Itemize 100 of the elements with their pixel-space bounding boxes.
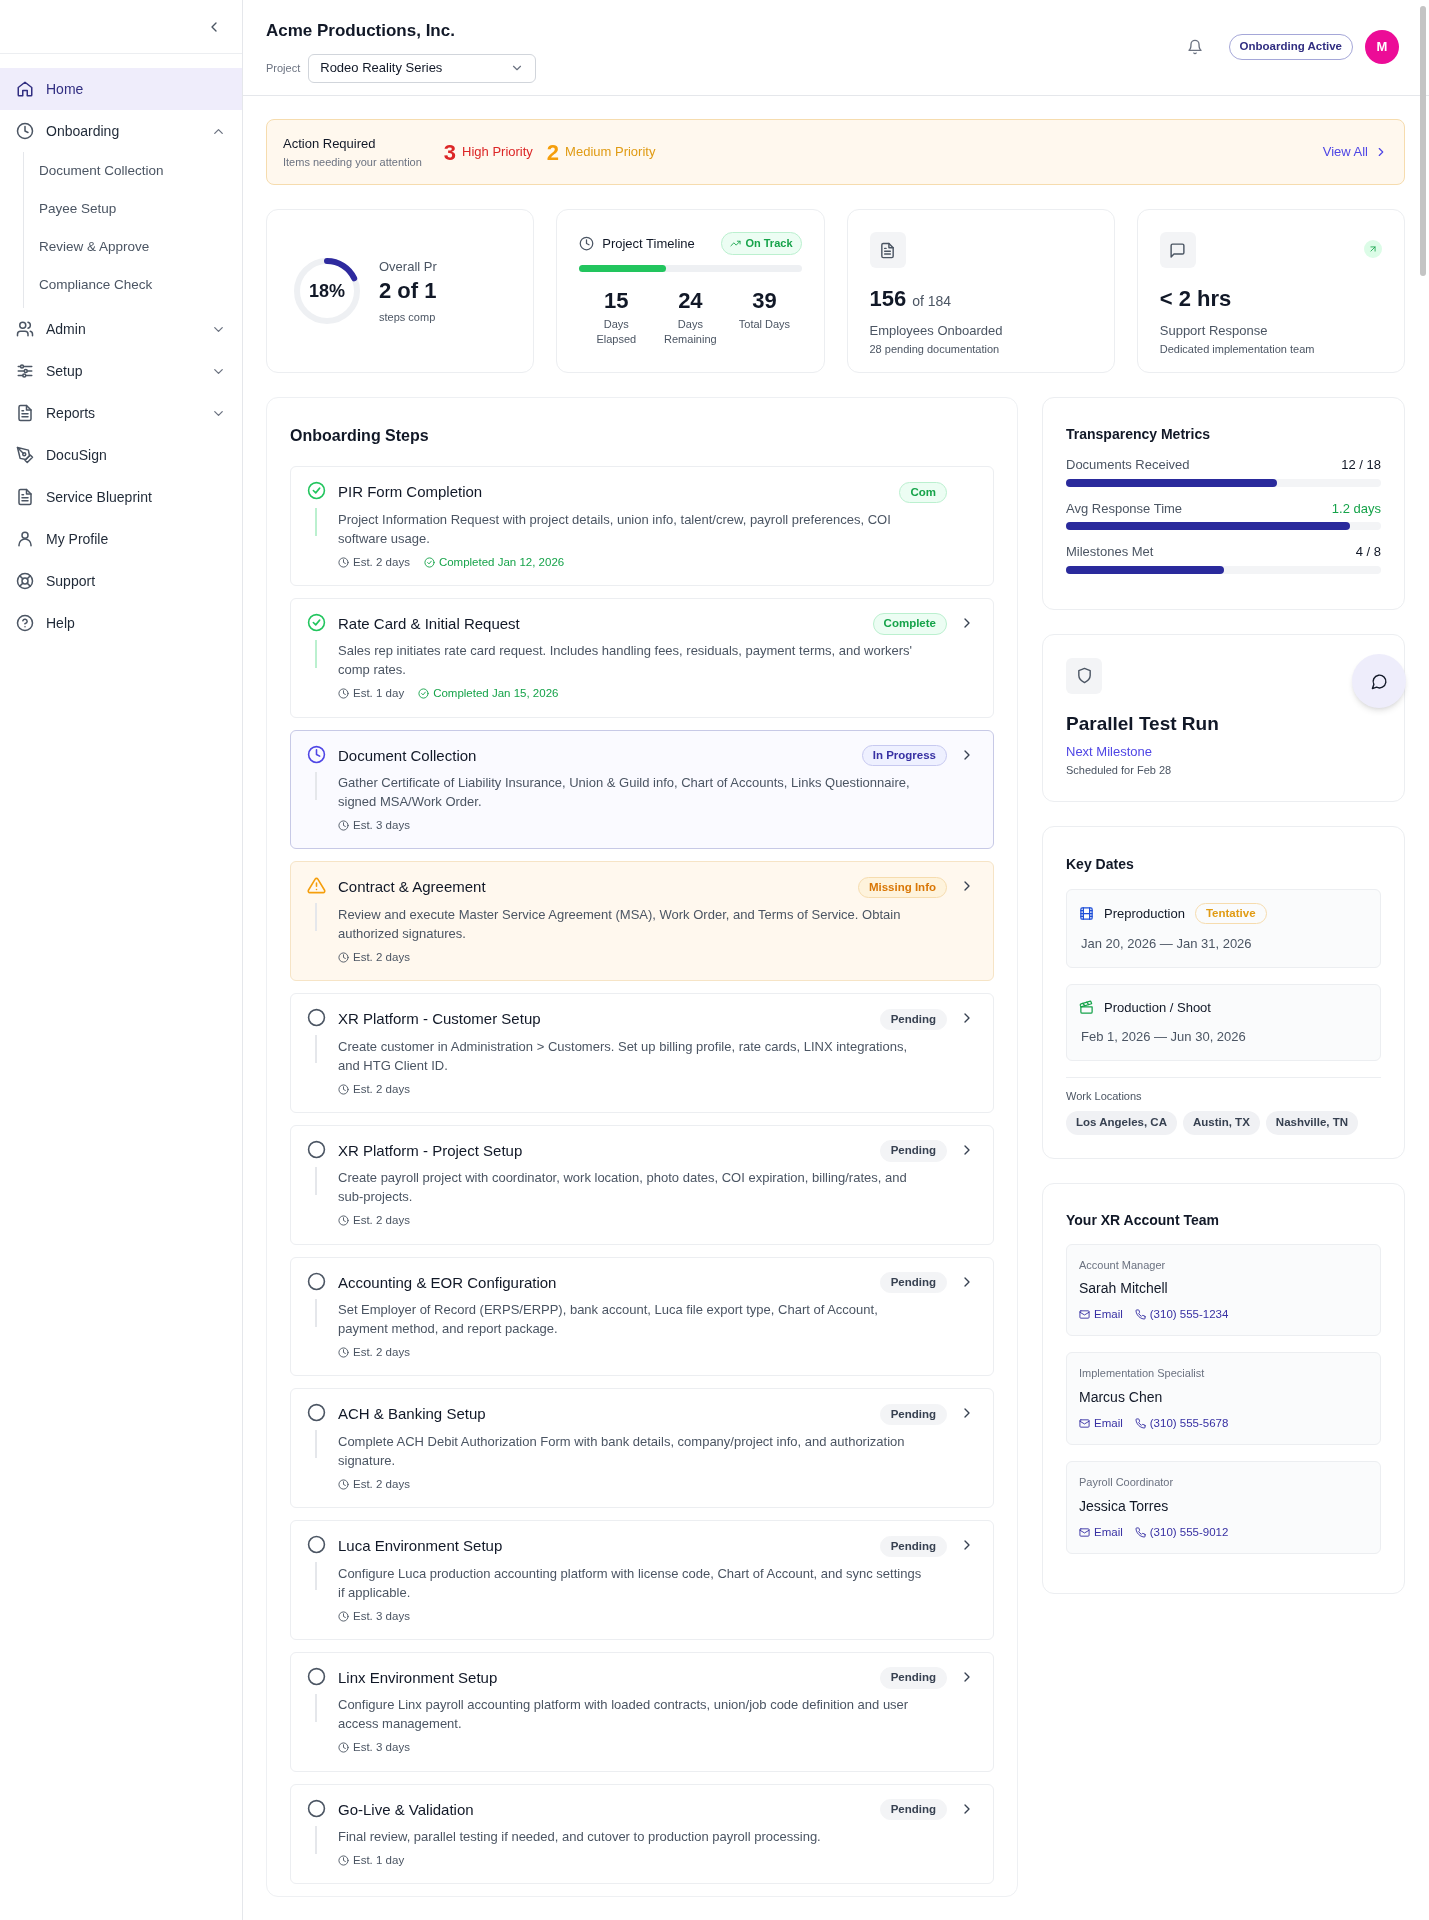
submenu-item[interactable]: Review & Approve [24, 228, 242, 266]
clock-icon [338, 1215, 349, 1227]
phone-link[interactable]: (310) 555-5678 [1134, 1414, 1229, 1432]
location-chip: Los Angeles, CA [1066, 1111, 1177, 1135]
card-title: Transparency Metrics [1066, 425, 1211, 444]
sidebar-item[interactable]: My Profile [0, 518, 242, 560]
user-icon [16, 530, 34, 548]
sidebar-item[interactable]: Service Blueprint [0, 476, 242, 518]
step-description: Sales rep initiates rate card request. Includes handling fees, residuals, payment terms, and workers' comp rates. [338, 642, 914, 680]
status-badge: Pending [879, 1535, 947, 1557]
member-name: Jessica Torres [1079, 1496, 1170, 1516]
step-description: Review and execute Master Service Agreement (MSA), Work Order, and Terms of Service. Obtain authorized signatures. [338, 905, 902, 943]
sliders-icon [16, 362, 34, 380]
step-description: Complete ACH Debit Authorization Form with bank details, company/project info, and authorization signature. [338, 1432, 906, 1470]
percent-text: 18% [309, 281, 345, 301]
milestone-title: Parallel Test Run [1066, 711, 1220, 736]
phone-link[interactable]: (310) 555-1234 [1134, 1306, 1229, 1324]
step-description: Set Employer of Record (ERPS/ERPP), bank account, Luca file export type, Chart of Account, payment method, and report package. [338, 1301, 879, 1338]
sidebar-item[interactable]: Support [0, 560, 242, 602]
step-card[interactable]: PIR Form Completion Com Project Information Request with project details, union info, talent/crew, payroll preferences, COI software usage. Est. 2 days Completed Jan 12, 2026 [290, 466, 994, 586]
estimate-text: Est. 2 days [338, 1080, 410, 1098]
email-link[interactable]: Email [1079, 1414, 1123, 1432]
status-badge: Pending [879, 1799, 947, 1821]
estimate-text: Est. 1 day [338, 685, 405, 703]
estimate-text: Est. 2 days [338, 948, 410, 966]
clock-icon [338, 820, 349, 832]
home-icon [16, 80, 34, 98]
step-card[interactable]: Go-Live & Validation Pending Final review, parallel testing if needed, and cutover to production payroll processing. Est. 1 day [290, 1783, 994, 1885]
milestone-caption: Scheduled for Feb 28 [1066, 762, 1173, 778]
submenu-item[interactable]: Compliance Check [24, 266, 242, 304]
step-title: XR Platform - Project Setup [338, 1140, 523, 1161]
step-card[interactable]: Document Collection In Progress Gather Certificate of Liability Insurance, Union & Guild info, Chart of Accounts, Links Questionnaire, signed MSA/Work Order. Est. 3 days [290, 729, 994, 850]
status-badge: Complete [872, 613, 947, 635]
priority-label: Medium Priority [565, 143, 656, 162]
card-title: Project Timeline [602, 234, 695, 253]
chat-button[interactable] [1352, 654, 1406, 708]
phone-link[interactable]: (310) 555-9012 [1134, 1523, 1229, 1541]
metric-label: Milestones Met [1066, 543, 1154, 561]
email-link[interactable]: Email [1079, 1306, 1123, 1324]
step-title: XR Platform - Customer Setup [338, 1009, 541, 1029]
step-card[interactable]: Contract & Agreement Missing Info Review and execute Master Service Agreement (MSA), Work Order, and Terms of Service. Obtain authorized signatures. Est. 2 days [290, 861, 994, 981]
stat-caption: Dedicated implementation team [1159, 341, 1316, 357]
shield-icon [1075, 667, 1093, 684]
view-all-link[interactable]: View All [1322, 142, 1388, 162]
circle-icon [306, 1271, 326, 1291]
step-card[interactable]: ACH & Banking Setup Pending Complete ACH Debit Authorization Form with bank details, company/project info, and authorization signature. Est. 2 days [290, 1388, 994, 1508]
section-title: Onboarding Steps [290, 426, 430, 446]
submenu-item[interactable]: Document Collection [24, 152, 242, 190]
sidebar-item[interactable]: Help [0, 602, 242, 644]
sidebar-item[interactable]: Setup [0, 350, 242, 392]
status-badge: Pending [879, 1140, 947, 1162]
estimate-text: Est. 1 day [338, 1852, 405, 1870]
step-card[interactable]: XR Platform - Customer Setup Pending Create customer in Administration > Customers. Set up billing profile, rate cards, LINX integrations, and HTG Client ID. Est. 2 days [290, 993, 994, 1113]
completed-date: Completed Jan 15, 2026 [418, 685, 559, 703]
step-card[interactable]: Accounting & EOR Configuration Pending Set Employer of Record (ERPS/ERPP), bank account, Luca file export type, Chart of Account, payment method, and report package. Est. 2 days [290, 1256, 994, 1377]
phone-icon [1134, 1309, 1146, 1321]
step-description: Create customer in Administration > Customers. Set up billing profile, rate cards, LINX integrations, and HTG Client ID. [338, 1037, 908, 1075]
phone-icon [1134, 1417, 1146, 1429]
scrollbar[interactable] [1420, 6, 1426, 276]
sidebar-item[interactable]: Onboarding [0, 110, 242, 152]
circle-icon [306, 1666, 326, 1686]
sidebar-item[interactable]: Admin [0, 308, 242, 350]
metric-value: 4 / 8 [1355, 543, 1381, 561]
member-role: Payroll Coordinator [1079, 1475, 1175, 1490]
sidebar-item[interactable]: Reports [0, 392, 242, 434]
project-select[interactable]: Rodeo Reality Series [308, 53, 537, 83]
clock-icon [338, 951, 349, 963]
step-card[interactable]: Linx Environment Setup Pending Configure Linx payroll accounting platform with loaded contracts, union/job code definition and user access management. Est. 3 days [290, 1651, 994, 1772]
status-badge: Pending [879, 1667, 947, 1689]
stat-label: Employees Onboarded [869, 322, 1004, 340]
sidebar-item[interactable]: DocuSign [0, 434, 242, 476]
card-title: Key Dates [1066, 855, 1135, 874]
sidebar-item[interactable]: Home [0, 68, 242, 110]
step-card[interactable]: Rate Card & Initial Request Complete Sales rep initiates rate card request. Includes handling fees, residuals, payment terms, and workers' comp rates. Est. 1 day Completed Jan 15, 2026 [290, 597, 994, 718]
banner-title: Action Required [283, 135, 377, 153]
milestone-label: Next Milestone [1066, 743, 1153, 761]
status-badge: On Track [721, 232, 802, 255]
mail-icon [1079, 1526, 1090, 1538]
figure-label: Days Remaining [663, 316, 718, 347]
email-link[interactable]: Email [1079, 1523, 1123, 1541]
clock-icon [16, 122, 34, 140]
avatar[interactable]: M [1365, 30, 1399, 64]
date-title: Preproduction [1104, 904, 1185, 923]
completed-date: Completed Jan 12, 2026 [423, 553, 565, 571]
estimate-text: Est. 2 days [338, 1475, 410, 1493]
step-title: Accounting & EOR Configuration [338, 1272, 557, 1293]
step-card[interactable]: Luca Environment Setup Pending Configure Luca production accounting platform with license code, Chart of Account, and sync settings if applicable. Est. 3 days [290, 1520, 994, 1640]
submenu-item[interactable]: Payee Setup [24, 190, 242, 228]
step-title: Linx Environment Setup [338, 1667, 498, 1688]
status-badge: Pending [879, 1403, 947, 1426]
bell-icon[interactable] [1186, 39, 1203, 55]
check-circle-icon [418, 688, 430, 700]
step-card[interactable]: XR Platform - Project Setup Pending Create payroll project with coordinator, work location, photo dates, COI expiration, billing/rates, and sub-projects. Est. 2 days [290, 1124, 994, 1245]
stat-value: 2 of 1 [379, 276, 437, 305]
step-title: Go-Live & Validation [338, 1799, 474, 1820]
card-title: Your XR Account Team [1066, 1210, 1220, 1230]
figure-label: Total Days [737, 316, 792, 332]
member-name: Sarah Mitchell [1079, 1279, 1169, 1298]
member-role: Account Manager [1079, 1257, 1167, 1273]
check-circle-icon [423, 556, 435, 568]
